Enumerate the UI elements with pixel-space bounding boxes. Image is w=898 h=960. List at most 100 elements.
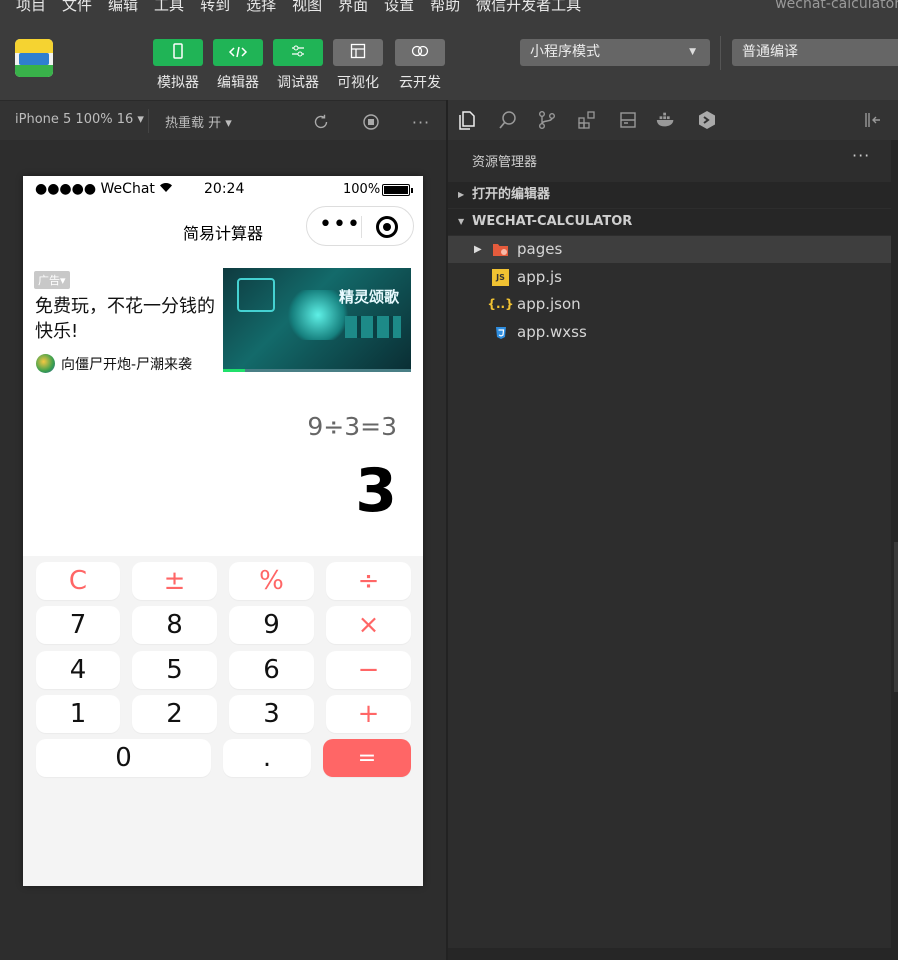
window-title: wechat-calculator xyxy=(775,0,898,12)
menu-item-interface[interactable]: 界面 xyxy=(338,0,368,15)
section-open-editors[interactable]: ▶ 打开的编辑器 xyxy=(448,182,891,208)
css-file-icon xyxy=(492,324,509,341)
key-2[interactable]: 2 xyxy=(132,695,217,733)
tree-item-app-wxss[interactable]: app.wxss xyxy=(448,319,891,346)
docker-icon[interactable] xyxy=(655,109,677,131)
cloud-button[interactable] xyxy=(395,39,445,66)
key-3[interactable]: 3 xyxy=(229,695,314,733)
battery-icon xyxy=(382,184,413,196)
ad-image[interactable]: 精灵颂歌 xyxy=(223,268,411,372)
simulator-button[interactable] xyxy=(153,39,203,66)
chevron-down-icon: ▼ xyxy=(689,47,696,57)
menu-item-tools[interactable]: 工具 xyxy=(154,0,184,15)
percent-key[interactable]: % xyxy=(229,562,314,600)
wifi-icon xyxy=(159,181,173,197)
more-icon[interactable]: ··· xyxy=(411,112,431,132)
ad-banner[interactable]: 广告▾ 免费玩，不花一分钱的快乐! 向僵尸开炮-尸潮来袭 精灵颂歌 xyxy=(23,268,423,378)
files-icon[interactable] xyxy=(456,109,478,131)
sponsor-avatar xyxy=(36,354,55,373)
key-7[interactable]: 7 xyxy=(36,606,120,644)
ad-tag[interactable]: 广告▾ xyxy=(34,271,70,289)
debugger-button[interactable] xyxy=(273,39,323,66)
app-logo[interactable] xyxy=(15,39,53,77)
equals-key[interactable]: = xyxy=(323,739,411,777)
key-8[interactable]: 8 xyxy=(132,606,217,644)
key-6[interactable]: 6 xyxy=(229,651,314,689)
key-1[interactable]: 1 xyxy=(36,695,120,733)
storage-icon[interactable] xyxy=(617,109,639,131)
tree-item-app-json[interactable]: {..} app.json xyxy=(448,291,891,318)
folder-icon xyxy=(492,241,509,258)
explorer-title: 资源管理器 xyxy=(472,155,538,170)
chevron-right-icon: ▶ xyxy=(458,190,465,199)
collapse-panel-icon[interactable] xyxy=(862,109,884,131)
menu-item-settings[interactable]: 设置 xyxy=(384,0,414,15)
code-icon xyxy=(228,43,248,62)
hot-reload-toggle[interactable]: 热重载 开 ▾ xyxy=(165,112,232,131)
toolbar: 模拟器 编辑器 调试器 可视化 云开发 小程序模式 ▼ 普通编译 xyxy=(0,22,898,100)
project-label: WECHAT-CALCULATOR xyxy=(472,214,633,229)
key-9[interactable]: 9 xyxy=(229,606,314,644)
key-0[interactable]: 0 xyxy=(36,739,211,777)
extensions-icon[interactable] xyxy=(576,109,598,131)
menu-item-goto[interactable]: 转到 xyxy=(200,0,230,15)
editor-button[interactable] xyxy=(213,39,263,66)
clear-key[interactable]: C xyxy=(36,562,120,600)
refresh-icon[interactable] xyxy=(311,112,331,132)
key-5[interactable]: 5 xyxy=(132,651,217,689)
plugin-hexagon-icon[interactable] xyxy=(696,109,718,131)
keypad: C ± % ÷ 7 8 9 × 4 5 6 − 1 2 3 + 0 . = xyxy=(23,556,423,886)
capsule-divider xyxy=(361,216,362,238)
device-select[interactable]: iPhone 5 100% 16 ▾ xyxy=(15,112,144,127)
battery-percent: 100% xyxy=(343,182,381,197)
open-editors-label: 打开的编辑器 xyxy=(472,187,551,202)
visualize-button[interactable] xyxy=(333,39,383,66)
tree-item-label: pages xyxy=(517,240,563,258)
visualize-label: 可视化 xyxy=(337,75,379,91)
simulator-bar: iPhone 5 100% 16 ▾ 热重载 开 ▾ ··· xyxy=(0,100,446,140)
explorer-more-button[interactable]: ··· xyxy=(852,146,870,165)
chevron-down-icon: ▼ xyxy=(458,217,465,226)
tree-item-pages[interactable]: ▶ pages xyxy=(448,236,891,263)
menu-item-project[interactable]: 项目 xyxy=(16,0,46,15)
cloud-icon xyxy=(410,43,430,62)
compile-select-value: 普通编译 xyxy=(742,44,798,60)
menu-item-select[interactable]: 选择 xyxy=(246,0,276,15)
menu-item-file[interactable]: 文件 xyxy=(62,0,92,15)
divide-key[interactable]: ÷ xyxy=(326,562,411,600)
key-4[interactable]: 4 xyxy=(36,651,120,689)
scrollbar-thumb[interactable] xyxy=(894,542,898,692)
menu-item-devtools[interactable]: 微信开发者工具 xyxy=(476,0,581,15)
section-project[interactable]: ▼ WECHAT-CALCULATOR xyxy=(448,209,891,235)
ad-text: 免费玩，不花一分钱的快乐! xyxy=(35,296,215,342)
mode-select[interactable]: 小程序模式 ▼ xyxy=(520,39,710,66)
plus-key[interactable]: + xyxy=(326,695,411,733)
stop-icon[interactable] xyxy=(361,112,381,132)
menu-item-view[interactable]: 视图 xyxy=(292,0,322,15)
close-circle-icon[interactable] xyxy=(376,216,398,238)
carrier: ●●●●● WeChat xyxy=(35,181,173,197)
status-time: 20:24 xyxy=(204,181,245,197)
toolbar-divider xyxy=(720,36,721,70)
cloud-label: 云开发 xyxy=(399,75,441,91)
more-icon[interactable]: ••• xyxy=(319,214,361,236)
sign-key[interactable]: ± xyxy=(132,562,217,600)
js-file-icon: JS xyxy=(492,269,509,286)
menu-bar: 项目 文件 编辑 工具 转到 选择 视图 界面 设置 帮助 微信开发者工具 we… xyxy=(0,0,898,22)
multiply-key[interactable]: × xyxy=(326,606,411,644)
menu-item-help[interactable]: 帮助 xyxy=(430,0,460,15)
source-control-icon[interactable] xyxy=(536,109,558,131)
tree-item-app-js[interactable]: JS app.js xyxy=(448,264,891,291)
status-bar: ●●●●● WeChat 20:24 100% xyxy=(23,176,423,204)
search-icon[interactable] xyxy=(497,109,519,131)
phone-screen: ●●●●● WeChat 20:24 100% 简易计算器 ••• 广告▾ 免费… xyxy=(23,176,423,886)
capsule-menu[interactable]: ••• xyxy=(306,206,414,246)
minus-key[interactable]: − xyxy=(326,651,411,689)
tree-item-label: app.js xyxy=(517,268,562,286)
sliders-icon xyxy=(290,43,306,62)
menu-items: 项目 文件 编辑 工具 转到 选择 视图 界面 设置 帮助 微信开发者工具 xyxy=(16,0,581,15)
compile-select[interactable]: 普通编译 xyxy=(732,39,898,66)
menu-item-edit[interactable]: 编辑 xyxy=(108,0,138,15)
decimal-key[interactable]: . xyxy=(223,739,311,777)
outline-section-header[interactable] xyxy=(448,948,891,960)
